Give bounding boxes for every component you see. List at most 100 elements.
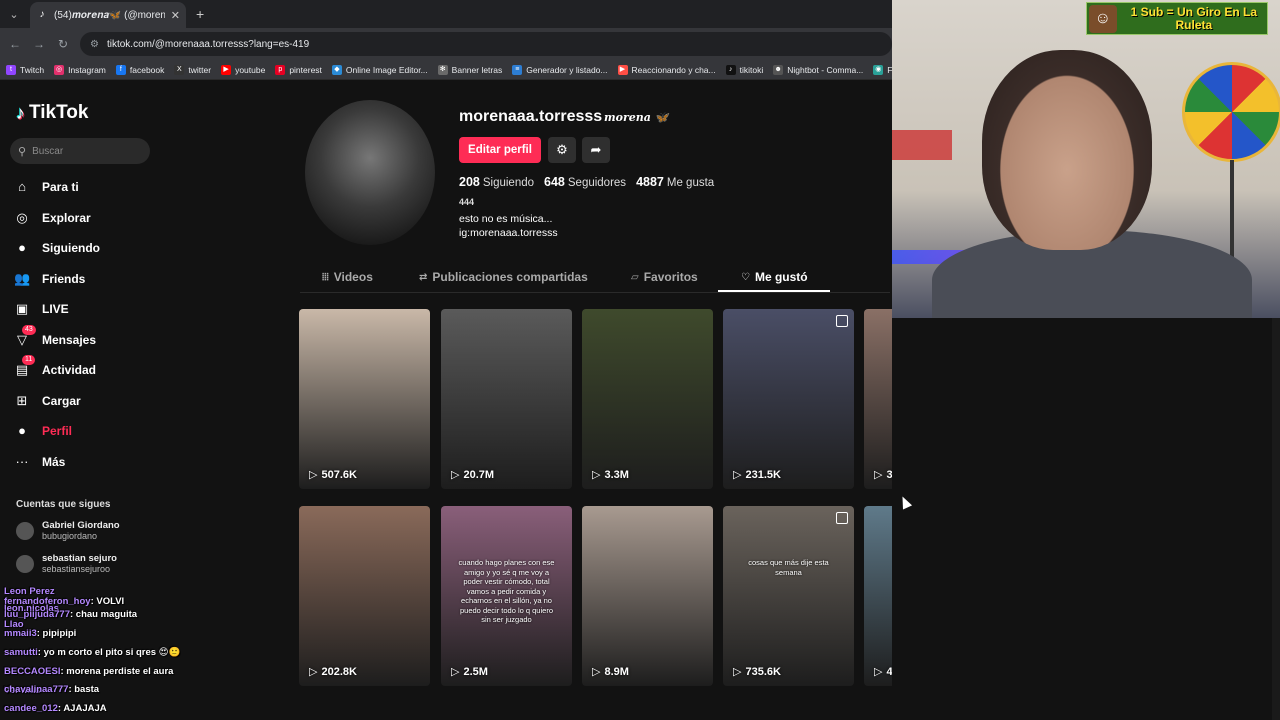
following-item[interactable]: sebastian sejuro sebastiansejuroo — [16, 553, 117, 575]
url-bar[interactable]: ⚙ tiktok.com/@morenaaa.torresss?lang=es-… — [80, 32, 892, 56]
video-caption: cuando hago planes con ese amigo y yo sé… — [458, 558, 555, 624]
view-count: ▷ 8.9M — [592, 665, 629, 679]
video-thumbnail[interactable]: cuando hago planes con ese amigo y yo sé… — [441, 506, 572, 686]
gear-icon: ⚙ — [556, 142, 568, 157]
bookmark-label: Reaccionando y cha... — [631, 64, 716, 75]
sidebar-item-following[interactable]: ● Siguiendo — [14, 233, 194, 264]
bookmark-item[interactable]: Xtwitter — [174, 64, 211, 75]
tiktok-logo[interactable]: ♪ TikTok — [16, 102, 88, 124]
view-count-text: 507.6K — [321, 468, 357, 481]
bookmark-item[interactable]: ▶ youtube — [221, 64, 265, 75]
for-you-icon: ⌂ — [18, 179, 26, 195]
video-thumbnail[interactable]: ▷ 231.5K — [723, 309, 854, 489]
tab-favorites[interactable]: ▱ Favoritos — [631, 270, 698, 284]
tab-search-chevron-icon[interactable]: ⌄ — [2, 4, 26, 24]
active-tab-indicator — [718, 290, 830, 292]
new-tab-plus-icon[interactable]: + — [196, 6, 204, 22]
video-thumbnail[interactable]: ▷ 507.6K — [299, 309, 430, 489]
following-item[interactable]: Gabriel Giordano bubugiordano — [16, 520, 120, 542]
bookmark-favicon-icon: ≡ — [512, 64, 523, 75]
chat-username: candee_012 — [4, 703, 58, 714]
following-stat[interactable]: 208 Siguiendo — [459, 173, 534, 191]
search-input[interactable]: ⚲ Buscar — [10, 138, 150, 164]
video-caption: cosas que más dije esta semana — [748, 558, 829, 577]
sidebar-item-upload[interactable]: ⊞ Cargar — [14, 386, 194, 417]
sidebar-item-label: Para ti — [42, 180, 79, 195]
video-thumbnail[interactable]: ▷ 202.8K — [299, 506, 430, 686]
play-icon: ▷ — [451, 666, 460, 678]
video-thumbnail[interactable]: ▷ 20.7M — [441, 309, 572, 489]
tab-liked[interactable]: ♡ Me gustó — [741, 270, 808, 284]
explore-icon: ◎ — [16, 209, 28, 225]
bookmark-item[interactable]: p pinterest — [275, 64, 322, 75]
live-icon: ▣ — [15, 301, 29, 317]
tab-reposts[interactable]: ⇄ Publicaciones compartidas — [419, 270, 588, 284]
photo-carousel-icon — [836, 512, 848, 524]
close-tab-icon[interactable]: ✕ — [171, 9, 180, 22]
sidebar-item-messages[interactable]: ▽ 43 Mensajes — [14, 324, 194, 356]
bookmark-label: Online Image Editor... — [345, 64, 428, 75]
shelf-decoration — [892, 130, 952, 160]
share-button[interactable]: ➦ — [582, 137, 610, 163]
following-username: bubugiordano — [42, 531, 98, 541]
video-thumbnail[interactable]: ▷ 3.3M — [582, 309, 713, 489]
sidebar-item-label: Friends — [42, 271, 86, 286]
chat-username: mmaii3 — [4, 628, 37, 639]
sidebar-item-live[interactable]: ▣ LIVE — [14, 294, 194, 325]
bookmark-favicon-icon: ◉ — [873, 64, 884, 75]
sidebar-item-for-you[interactable]: ⌂ Para ti — [14, 172, 194, 203]
chat-username: chavalinaa777 — [4, 684, 69, 695]
play-icon: ▷ — [592, 666, 601, 678]
avatar — [16, 555, 34, 573]
view-count: ▷ 20.7M — [451, 468, 494, 482]
bookmark-item[interactable]: ≡ Generador y listado... — [512, 64, 608, 75]
avatar — [16, 522, 34, 540]
view-count: ▷ 231.5K — [733, 468, 781, 482]
forward-arrow-icon[interactable]: → — [27, 37, 51, 51]
edit-profile-button[interactable]: Editar perfil — [459, 137, 541, 163]
tab-label: Publicaciones compartidas — [432, 270, 588, 284]
notification-badge: 11 — [22, 355, 36, 365]
sidebar-item-label: Perfil — [42, 424, 73, 439]
bookmark-favicon-icon: ☻ — [773, 64, 784, 75]
bookmark-favicon-icon: t — [6, 64, 16, 75]
chat-text: : VOLVI — [90, 596, 125, 607]
profile-nickname: 𝒎𝒐𝒓𝒆𝒏𝒂 🦋 — [604, 111, 669, 124]
bookmark-item[interactable]: ♪ tikitoki — [725, 64, 763, 75]
bookmark-item[interactable]: ▶ Reaccionando y cha... — [617, 64, 716, 75]
bookmark-item[interactable]: f facebook — [115, 64, 165, 75]
sidebar-item-activity[interactable]: ▤ 11 Actividad — [14, 355, 194, 386]
back-arrow-icon[interactable]: ← — [3, 37, 27, 51]
bookmark-item[interactable]: t Twitch — [6, 64, 44, 75]
bookmark-favicon-icon: X — [174, 64, 185, 75]
bookmark-favicon-icon: p — [275, 64, 286, 75]
view-count: ▷ 735.6K — [733, 665, 781, 679]
chat-message: chavalinaa777: basta — [4, 684, 99, 695]
bookmark-label: facebook — [129, 64, 165, 75]
sidebar-item-profile[interactable]: ● Perfil — [14, 416, 194, 447]
bookmark-item[interactable]: ✻ Banner letras — [437, 64, 502, 75]
site-info-icon[interactable]: ⚙ — [90, 39, 99, 50]
video-thumbnail[interactable]: cosas que más dije esta semana ▷ 735.6K — [723, 506, 854, 686]
chat-text: : morena perdiste el aura — [60, 666, 174, 677]
sidebar-item-more[interactable]: ··· Más — [14, 447, 194, 478]
more-icon: ··· — [15, 453, 29, 469]
profile-avatar[interactable] — [305, 100, 435, 245]
browser-tab[interactable]: ♪ (54)𝒎𝒐𝒓𝒆𝒏𝒂🦋 (@morenaa... ✕ — [30, 2, 186, 28]
sidebar-item-friends[interactable]: 👥 Friends — [14, 264, 194, 295]
settings-button[interactable]: ⚙ — [548, 137, 576, 163]
bookmark-item[interactable]: ☻ Nightbot - Comma... — [773, 64, 863, 75]
bookmark-item[interactable]: ◆ Online Image Editor... — [331, 64, 428, 75]
sidebar-item-explore[interactable]: ◎ Explorar — [14, 203, 194, 234]
bookmark-item[interactable]: ◎ Instagram — [54, 64, 106, 75]
view-count-text: 735.6K — [745, 665, 781, 678]
view-count-text: 2.5M — [463, 665, 488, 678]
reload-icon[interactable]: ↻ — [51, 37, 75, 51]
scrollbar[interactable] — [1272, 318, 1280, 720]
followers-stat[interactable]: 648 Seguidores — [544, 173, 626, 191]
sidebar-item-label: LIVE — [42, 302, 69, 317]
chat-username: samutti — [4, 647, 38, 658]
tab-videos[interactable]: ⦙⦙⦙ Videos — [322, 270, 373, 284]
play-icon: ▷ — [874, 469, 883, 481]
video-thumbnail[interactable]: ▷ 8.9M — [582, 506, 713, 686]
